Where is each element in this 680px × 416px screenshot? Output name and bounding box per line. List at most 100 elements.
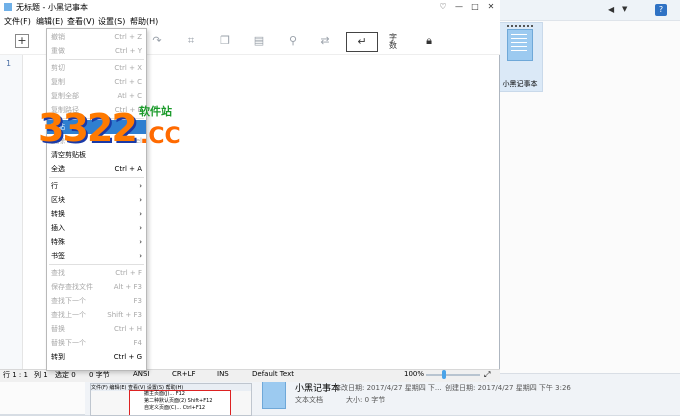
lock-icon[interactable]: 🔒︎ — [422, 34, 436, 48]
preview-thumbnail: 文件(F) 编辑(E) 查看(V) 设置(S) 帮助(H) 撤主页面(J)...… — [90, 383, 252, 416]
menu-item[interactable]: 区块 › — [47, 193, 146, 207]
fit-icon[interactable]: ⤢ — [484, 370, 493, 379]
menu-item[interactable]: 查找上一个 Shift + F3 — [47, 308, 146, 322]
favorite-button[interactable]: ♡ — [436, 2, 450, 12]
watermark-site: 软件站 — [139, 105, 172, 118]
menu-item-label: 区块 — [51, 196, 65, 204]
menu-item-label: 查找 — [51, 269, 65, 277]
new-file-icon[interactable]: + — [15, 34, 29, 48]
menu-item[interactable]: 替换 Ctrl + H — [47, 322, 146, 336]
menu-item-label: 剪切 — [51, 64, 65, 72]
maximize-button[interactable]: □ — [468, 2, 482, 12]
line-number: 1 — [6, 59, 12, 68]
menu-item-shortcut: F3 — [133, 297, 142, 305]
word-wrap-icon[interactable]: ↵ — [346, 32, 378, 52]
menu-item[interactable]: 查找下一个 F3 — [47, 294, 146, 308]
chevron-down-icon[interactable]: ▼ — [622, 5, 627, 13]
menu-item-shortcut: Ctrl + Y — [114, 47, 142, 55]
menu-edit[interactable]: 编辑(E) — [36, 16, 63, 27]
status-encoding[interactable]: ANSI — [133, 370, 150, 378]
menu-item[interactable]: 剪切 Ctrl + X — [47, 61, 146, 75]
thumbnail-row: 撤主页面(J)... F12 — [144, 391, 185, 397]
window-title: 无标题 - 小黑记事本 — [16, 3, 88, 12]
menu-item[interactable]: 重做 Ctrl + Y — [47, 44, 146, 58]
menu-item-label: 行 — [51, 182, 58, 190]
detail-type: 文本文档 — [295, 396, 323, 404]
detail-modified: 修改日期: 2017/4/27 星期四 下... — [334, 384, 442, 392]
help-icon[interactable]: ? — [655, 4, 667, 16]
menu-view[interactable]: 查看(V) — [67, 16, 95, 27]
menu-item[interactable]: 替换下一个 F4 — [47, 336, 146, 350]
app-icon — [4, 3, 12, 11]
font-icon[interactable]: 字 数 — [386, 34, 400, 50]
menu-help[interactable]: 帮助(H) — [130, 16, 158, 27]
menu-item[interactable]: 查找 Ctrl + F — [47, 266, 146, 280]
menu-item-shortcut: Alt + F3 — [113, 283, 142, 291]
menu-settings[interactable]: 设置(S) — [98, 16, 125, 27]
status-selection: 选定 0 — [55, 371, 76, 379]
menu-item[interactable]: 特殊 › — [47, 235, 146, 249]
watermark-domain: .CC — [140, 124, 181, 149]
redo-icon[interactable]: ↷ — [150, 34, 164, 48]
menu-item-shortcut: › — [139, 252, 142, 260]
menu-item[interactable]: 转换 › — [47, 207, 146, 221]
minimize-button[interactable]: — — [452, 2, 466, 12]
status-col: 列 1 — [34, 371, 48, 379]
menu-item[interactable]: 复制 Ctrl + C — [47, 75, 146, 89]
nav-arrow-icon[interactable]: ◀ — [608, 5, 614, 14]
menu-item-label: 特殊 — [51, 238, 65, 246]
menu-item-label: 插入 — [51, 224, 65, 232]
menu-item-shortcut: › — [139, 182, 142, 190]
menu-item[interactable]: 复制全部 Atl + C — [47, 89, 146, 103]
menu-item[interactable]: 清空剪贴板 — [47, 148, 146, 162]
replace-icon[interactable]: ⇄ — [318, 34, 332, 48]
menu-item-label: 书签 — [51, 252, 65, 260]
menu-item-shortcut: › — [139, 224, 142, 232]
crop-icon[interactable]: ⌗ — [184, 34, 198, 48]
menu-item-label: 查找上一个 — [51, 311, 86, 319]
status-bytes: 0 字节 — [89, 371, 110, 379]
file-label: 小黑记事本 — [502, 80, 538, 88]
menu-item[interactable]: 转到 Ctrl + G — [47, 350, 146, 364]
menu-item[interactable]: 全选 Ctrl + A — [47, 162, 146, 176]
line-gutter — [0, 55, 23, 369]
detail-file-icon — [262, 379, 286, 409]
menu-item[interactable]: 书签 › — [47, 249, 146, 263]
menu-item[interactable]: 保存查找文件 Alt + F3 — [47, 280, 146, 294]
menu-item-shortcut: Ctrl + X — [114, 64, 142, 72]
status-mode[interactable]: INS — [217, 370, 229, 378]
zoom-slider-thumb[interactable] — [442, 370, 446, 379]
thumbnail-highlight: 撤主页面(J)... F12 第二种默认页面(2) Shift+F12 自定义页… — [129, 390, 231, 415]
menu-item-label: 重做 — [51, 47, 65, 55]
menu-item-shortcut: Ctrl + H — [113, 325, 142, 333]
close-button[interactable]: ✕ — [484, 2, 498, 12]
menu-item-shortcut: Ctrl + G — [113, 353, 142, 361]
search-icon[interactable]: ⚲ — [286, 34, 300, 48]
menu-item-label: 清空剪贴板 — [51, 151, 86, 159]
copy-icon[interactable]: ❐ — [218, 34, 232, 48]
menu-file[interactable]: 文件(F) — [4, 16, 31, 27]
menu-item-shortcut: Ctrl + C — [114, 78, 142, 86]
menu-item-label: 查找下一个 — [51, 297, 86, 305]
zoom-slider[interactable] — [426, 374, 480, 376]
menu-item-shortcut: Ctrl + A — [114, 165, 142, 173]
clipboard-icon[interactable]: ▤ — [252, 34, 266, 48]
menu-item-label: 复制 — [51, 78, 65, 86]
menu-item-shortcut: Ctrl + Z — [114, 33, 142, 41]
menu-item-shortcut: Atl + C — [117, 92, 142, 100]
menu-item-label: 替换 — [51, 325, 65, 333]
status-zoom: 100% — [404, 370, 425, 378]
detail-size: 大小: 0 字节 — [346, 396, 386, 404]
detail-created: 创建日期: 2017/4/27 星期四 下午 3:26 — [445, 384, 571, 392]
menu-item[interactable]: 行 › — [47, 179, 146, 193]
menu-item-label: 复制全部 — [51, 92, 79, 100]
status-eol[interactable]: CR+LF — [172, 370, 196, 378]
menu-separator — [49, 177, 144, 178]
menu-item[interactable]: 插入 › — [47, 221, 146, 235]
thumbnail-row: 第二种默认页面(2) Shift+F12 — [144, 398, 213, 404]
menu-item[interactable]: 撤销 Ctrl + Z — [47, 30, 146, 44]
watermark-logo: 3322 — [38, 106, 138, 150]
menu-item-label: 全选 — [51, 165, 65, 173]
status-highlighter[interactable]: Default Text — [252, 370, 294, 378]
menu-item-shortcut: › — [139, 196, 142, 204]
